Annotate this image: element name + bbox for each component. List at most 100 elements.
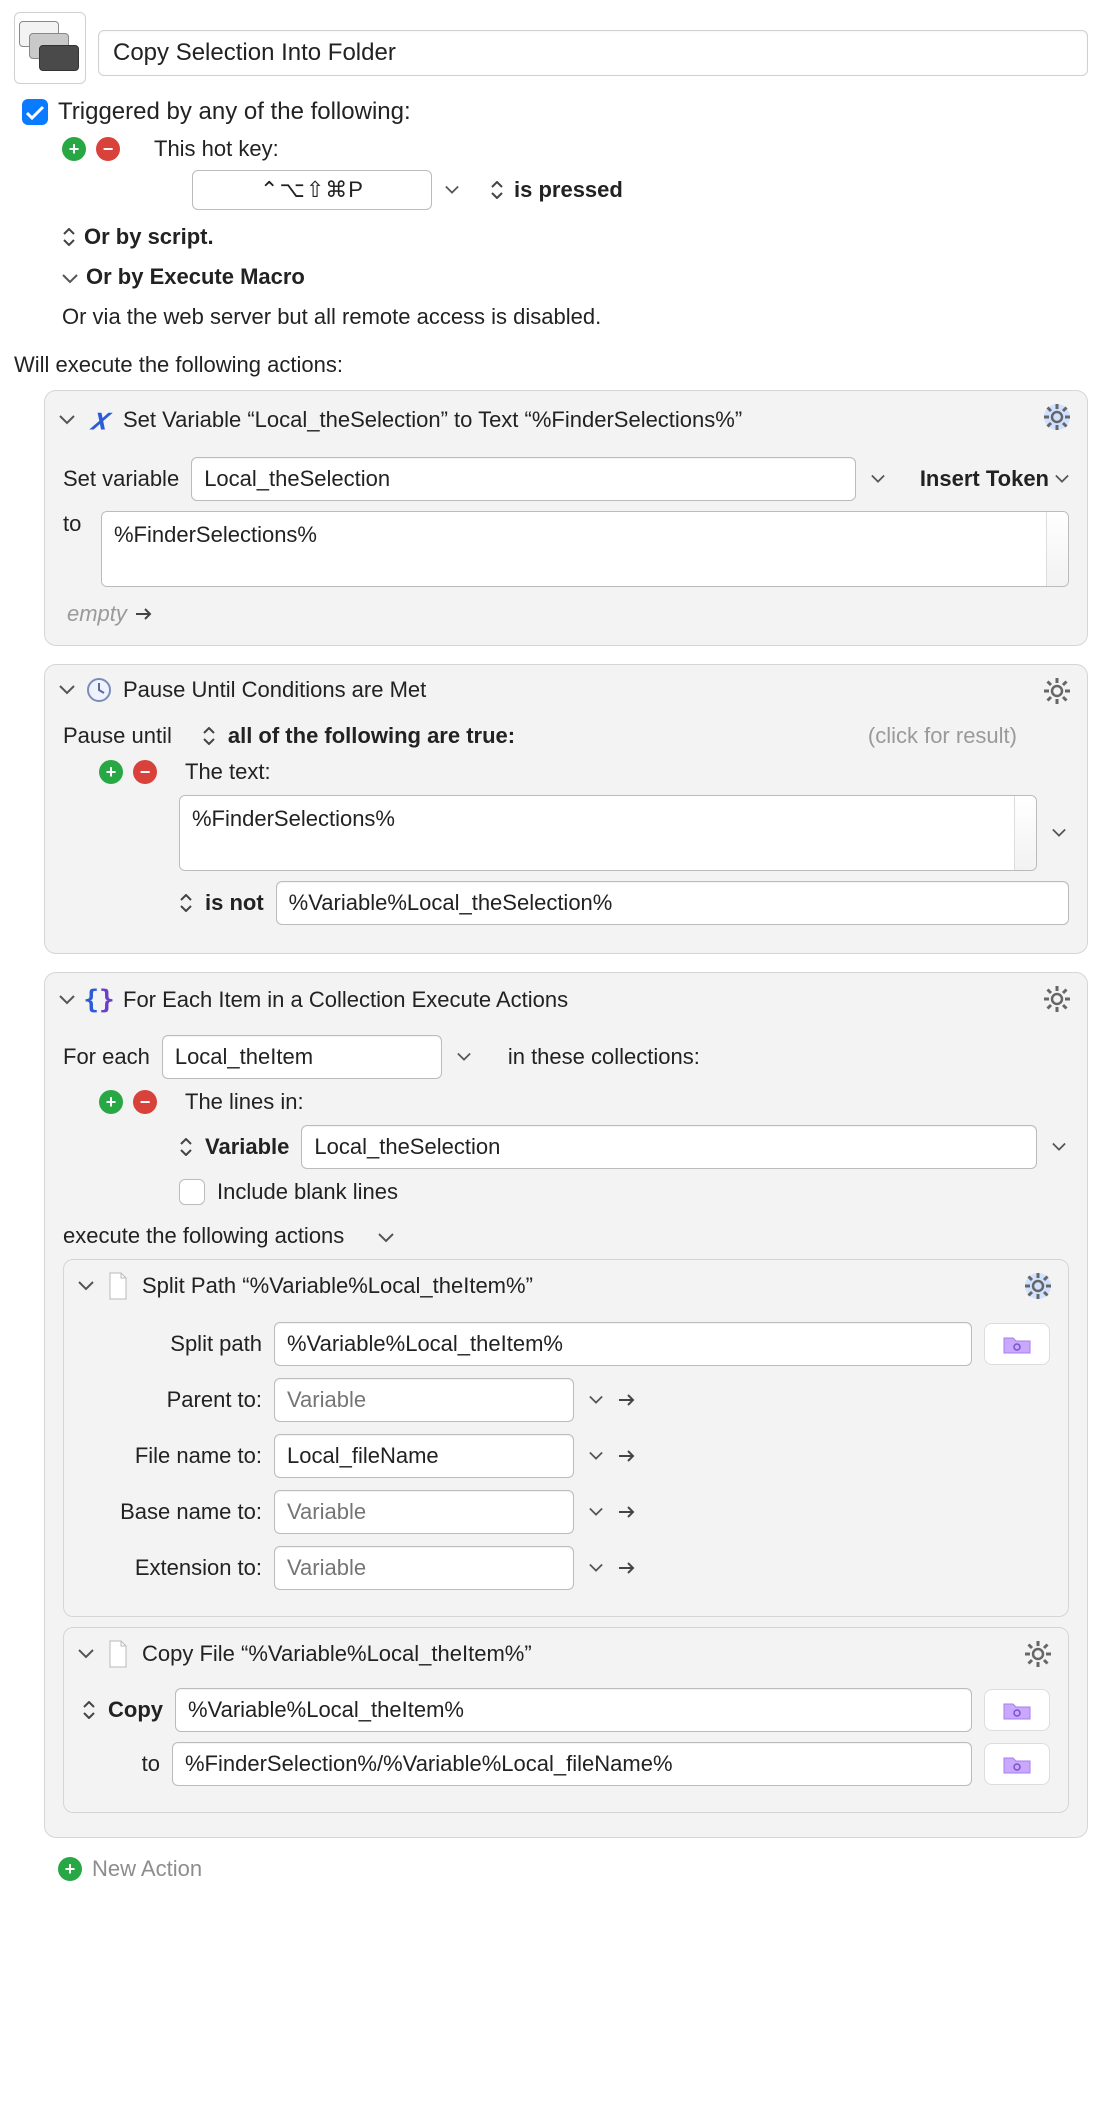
- basename-variable-input[interactable]: [274, 1490, 574, 1534]
- extension-variable-input[interactable]: [274, 1546, 574, 1590]
- basename-variable-menu[interactable]: [586, 1497, 606, 1527]
- copy-label: Copy: [108, 1697, 163, 1723]
- extension-to-label: Extension to:: [82, 1555, 262, 1581]
- to-label: to: [63, 511, 89, 537]
- collection-type-selector[interactable]: [179, 1138, 193, 1156]
- new-action-button[interactable]: +: [58, 1857, 82, 1881]
- scroll-handle[interactable]: [1046, 512, 1068, 586]
- variable-picker-button[interactable]: [868, 464, 888, 494]
- disclose-toggle[interactable]: [59, 992, 75, 1008]
- disclose-toggle[interactable]: [59, 682, 75, 698]
- macro-icon[interactable]: [14, 12, 86, 84]
- filename-variable-input[interactable]: [274, 1434, 574, 1478]
- result-arrow-icon: [618, 1499, 636, 1525]
- file-icon: [104, 1640, 132, 1668]
- choose-folder-button[interactable]: [984, 1323, 1050, 1365]
- remove-trigger-button[interactable]: −: [96, 137, 120, 161]
- execute-following-menu[interactable]: [378, 1223, 394, 1249]
- split-path-input[interactable]: [274, 1322, 972, 1366]
- remove-condition-button[interactable]: −: [133, 760, 157, 784]
- in-these-label: in these collections:: [508, 1044, 700, 1070]
- copy-source-input[interactable]: [175, 1688, 972, 1732]
- condition-text-menu[interactable]: [1049, 818, 1069, 848]
- disclose-toggle[interactable]: [78, 1646, 94, 1662]
- copy-mode-selector[interactable]: [82, 1701, 96, 1719]
- macro-title-input[interactable]: [98, 30, 1088, 76]
- hotkey-label: This hot key:: [154, 136, 279, 162]
- braces-icon: {}: [85, 985, 113, 1015]
- filename-variable-menu[interactable]: [586, 1441, 606, 1471]
- choose-folder-button[interactable]: [984, 1743, 1050, 1785]
- condition-text-value: %FinderSelections%: [192, 806, 395, 832]
- for-each-label: For each: [63, 1044, 150, 1070]
- copy-to-label: to: [82, 1751, 160, 1777]
- for-each-variable-menu[interactable]: [454, 1042, 474, 1072]
- disclose-toggle[interactable]: [78, 1278, 94, 1294]
- collection-variable-input[interactable]: [301, 1125, 1037, 1169]
- for-each-variable-input[interactable]: [162, 1035, 442, 1079]
- variable-x-icon: 𝑥: [85, 403, 113, 437]
- extension-variable-menu[interactable]: [586, 1553, 606, 1583]
- add-collection-button[interactable]: +: [99, 1090, 123, 1114]
- is-pressed-selector[interactable]: [490, 181, 504, 199]
- set-variable-name-input[interactable]: [191, 457, 856, 501]
- hotkey-field[interactable]: ⌃⌥⇧⌘P: [192, 170, 432, 210]
- parent-variable-menu[interactable]: [586, 1385, 606, 1415]
- parent-variable-input[interactable]: [274, 1378, 574, 1422]
- split-path-label: Split path: [82, 1331, 262, 1357]
- result-arrow-icon: [618, 1443, 636, 1469]
- triggers-enabled-checkbox[interactable]: [22, 99, 48, 125]
- is-pressed-label: is pressed: [514, 177, 623, 203]
- web-server-note: Or via the web server but all remote acc…: [62, 304, 1088, 330]
- comparator-selector[interactable]: [179, 894, 193, 912]
- script-trigger-selector[interactable]: [62, 228, 76, 246]
- result-arrow-icon: [618, 1555, 636, 1581]
- basename-to-label: Base name to:: [82, 1499, 262, 1525]
- action-gear-button[interactable]: [1022, 1638, 1054, 1670]
- to-text-field[interactable]: %FinderSelections%: [101, 511, 1069, 587]
- compare-value-input[interactable]: [276, 881, 1069, 925]
- clock-icon: [85, 677, 113, 703]
- result-arrow-icon: [135, 601, 153, 627]
- action-gear-button[interactable]: [1041, 401, 1073, 433]
- execute-macro-disclose[interactable]: [62, 264, 78, 290]
- condition-text-field[interactable]: %FinderSelections%: [179, 795, 1037, 871]
- to-text-value: %FinderSelections%: [114, 522, 317, 548]
- collection-variable-menu[interactable]: [1049, 1132, 1069, 1162]
- choose-folder-button[interactable]: [984, 1689, 1050, 1731]
- filename-to-label: File name to:: [82, 1443, 262, 1469]
- action-title: Copy File “%Variable%Local_theItem%”: [142, 1641, 532, 1667]
- lines-in-label: The lines in:: [185, 1089, 304, 1115]
- action-pause-until: Pause Until Conditions are Met Pause unt…: [44, 664, 1088, 954]
- scroll-handle[interactable]: [1014, 796, 1036, 870]
- all-true-label: all of the following are true:: [228, 723, 515, 749]
- new-action-label: New Action: [92, 1856, 202, 1882]
- or-by-script-label: Or by script.: [84, 224, 214, 250]
- click-for-result[interactable]: (click for result): [868, 723, 1017, 749]
- is-not-label: is not: [205, 890, 264, 916]
- parent-to-label: Parent to:: [82, 1387, 262, 1413]
- remove-collection-button[interactable]: −: [133, 1090, 157, 1114]
- disclose-toggle[interactable]: [59, 412, 75, 428]
- result-arrow-icon: [618, 1387, 636, 1413]
- triggers-label: Triggered by any of the following:: [58, 98, 411, 126]
- include-blank-label: Include blank lines: [217, 1179, 398, 1205]
- action-gear-button[interactable]: [1022, 1270, 1054, 1302]
- match-mode-selector[interactable]: [202, 727, 216, 745]
- copy-dest-input[interactable]: [172, 1742, 972, 1786]
- action-gear-button[interactable]: [1041, 675, 1073, 707]
- variable-popup-label: Variable: [205, 1134, 289, 1160]
- action-title: For Each Item in a Collection Execute Ac…: [123, 987, 568, 1013]
- add-trigger-button[interactable]: +: [62, 137, 86, 161]
- hotkey-value: ⌃⌥⇧⌘P: [260, 177, 364, 203]
- include-blank-checkbox[interactable]: [179, 1179, 205, 1205]
- file-icon: [104, 1272, 132, 1300]
- action-split-path: Split Path “%Variable%Local_theItem%” Sp…: [63, 1259, 1069, 1617]
- add-condition-button[interactable]: +: [99, 760, 123, 784]
- hotkey-menu-button[interactable]: [442, 175, 462, 205]
- execute-following-label: execute the following actions: [63, 1223, 344, 1249]
- insert-token-label: Insert Token: [920, 466, 1049, 492]
- action-set-variable: 𝑥 Set Variable “Local_theSelection” to T…: [44, 390, 1088, 646]
- action-gear-button[interactable]: [1041, 983, 1073, 1015]
- insert-token-button[interactable]: Insert Token: [920, 466, 1069, 492]
